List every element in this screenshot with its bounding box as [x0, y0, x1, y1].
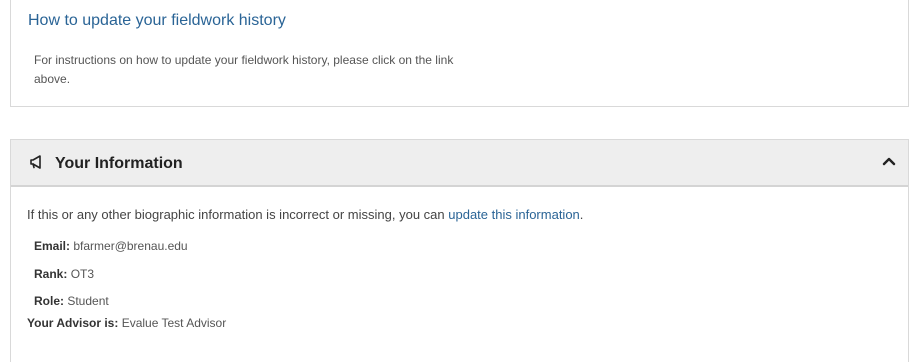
- role-row: Role: Student: [34, 294, 109, 308]
- role-label: Role:: [34, 294, 64, 308]
- your-information-panel: Your Information If this or any other bi…: [10, 139, 909, 362]
- email-row: Email: bfarmer@brenau.edu: [34, 239, 188, 253]
- fieldwork-history-description: For instructions on how to update your f…: [34, 53, 454, 86]
- info-intro-text: If this or any other biographic informat…: [27, 207, 583, 222]
- rank-row: Rank: OT3: [34, 267, 94, 281]
- update-information-link[interactable]: update this information: [448, 207, 580, 222]
- fieldwork-history-link[interactable]: How to update your fieldwork history: [28, 12, 286, 30]
- chevron-up-icon[interactable]: [882, 156, 896, 166]
- email-value: bfarmer@brenau.edu: [73, 239, 188, 253]
- info-intro-prefix: If this or any other biographic informat…: [27, 207, 449, 222]
- your-information-title: Your Information: [55, 155, 183, 172]
- advisor-row: Your Advisor is: Evalue Test Advisor: [27, 316, 226, 330]
- fieldwork-history-card: How to update your fieldwork history For…: [10, 0, 909, 107]
- advisor-label: Your Advisor is:: [27, 316, 119, 330]
- rank-value: OT3: [70, 267, 95, 281]
- rank-label: Rank:: [34, 267, 68, 281]
- advisor-value: Evalue Test Advisor: [121, 316, 227, 330]
- megaphone-icon: [30, 155, 41, 169]
- info-intro-suffix: .: [579, 207, 584, 222]
- role-value: Student: [67, 294, 109, 308]
- your-information-header[interactable]: Your Information: [11, 140, 908, 187]
- email-label: Email:: [34, 239, 71, 253]
- page: How to update your fieldwork history For…: [0, 0, 920, 362]
